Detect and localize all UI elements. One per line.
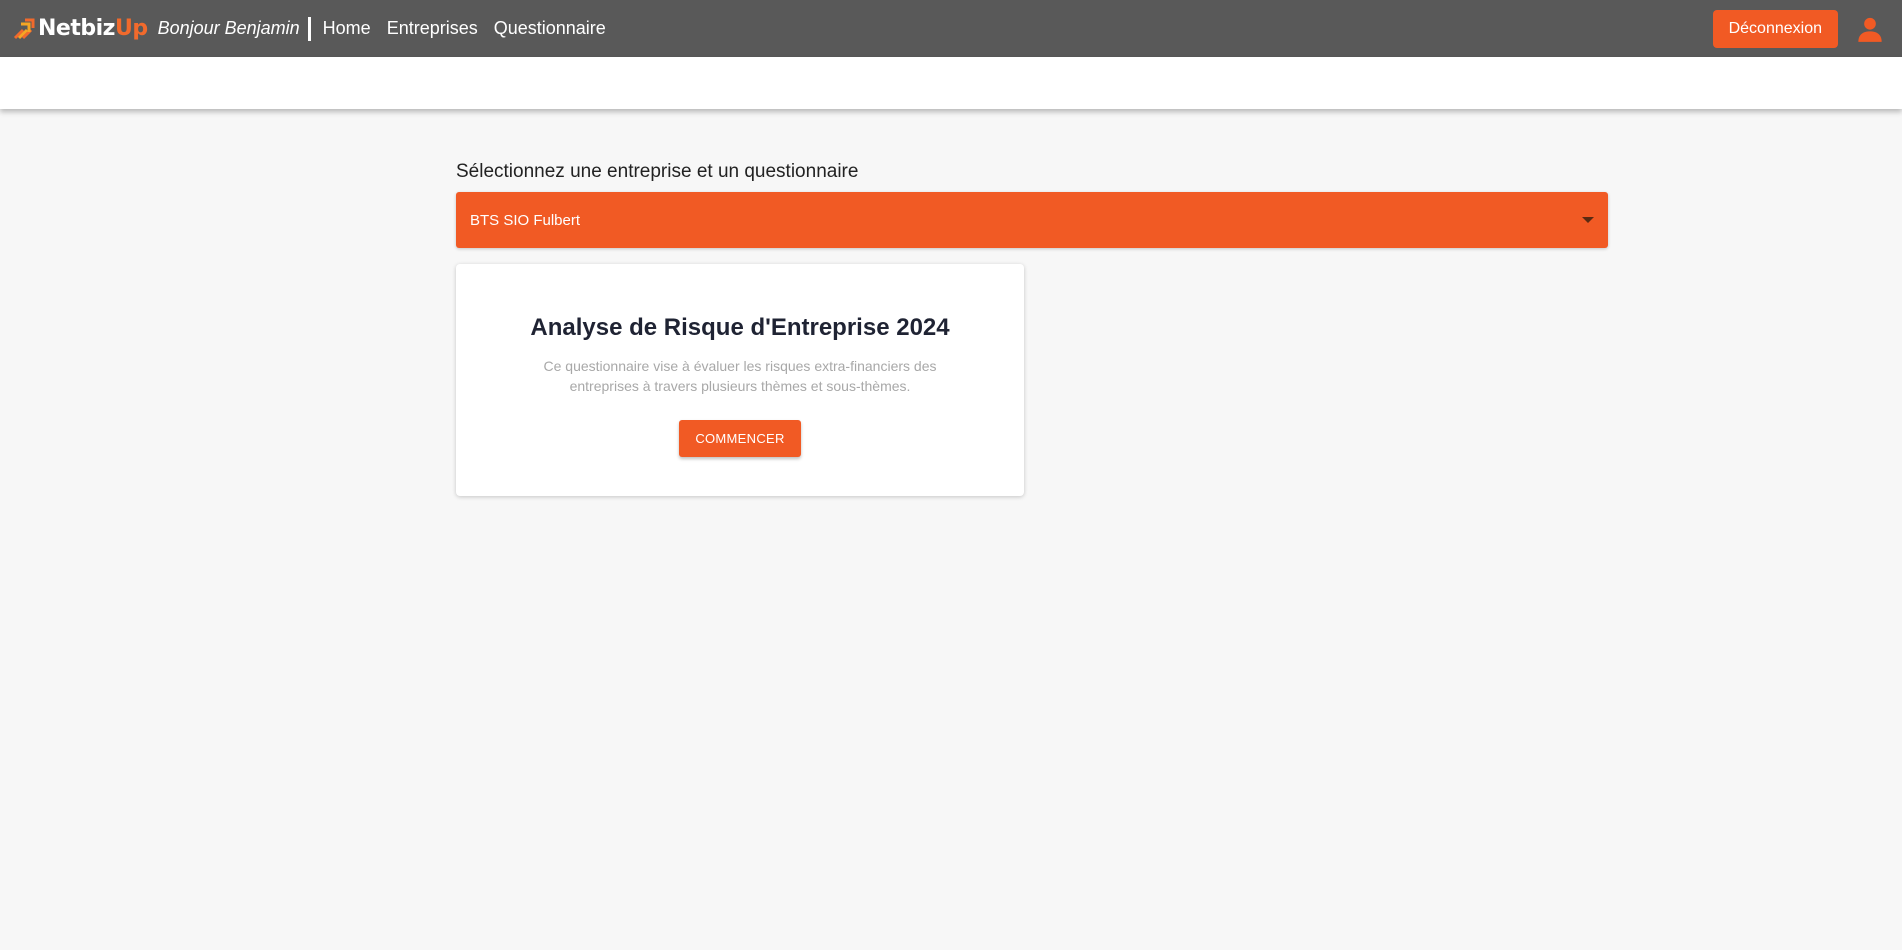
logout-button[interactable]: Déconnexion <box>1712 9 1838 48</box>
chevron-down-icon <box>1582 217 1594 223</box>
card-title: Analyse de Risque d'Entreprise 2024 <box>530 314 950 341</box>
main-content: Sélectionnez une entreprise et un questi… <box>456 160 1608 496</box>
nav-questionnaire[interactable]: Questionnaire <box>494 18 606 39</box>
nav-entreprises[interactable]: Entreprises <box>387 18 478 39</box>
brand-name-accent: Up <box>114 16 148 41</box>
start-button[interactable]: COMMENCER <box>679 420 801 457</box>
card-description: Ce questionnaire vise à évaluer les risq… <box>543 358 937 394</box>
nav-home[interactable]: Home <box>323 18 371 39</box>
brand-name-main: Netbiz <box>38 16 115 41</box>
company-select-value: BTS SIO Fulbert <box>470 211 581 229</box>
questionnaire-card: Analyse de Risque d'Entreprise 2024 Ce q… <box>456 264 1024 496</box>
header-divider <box>307 16 311 41</box>
user-icon[interactable] <box>1856 15 1884 43</box>
select-label: Sélectionnez une entreprise et un questi… <box>456 161 859 182</box>
greeting-text: Bonjour Benjamin <box>157 18 300 38</box>
brand-logo[interactable]: NetbizUp <box>13 0 148 57</box>
logo-arrows-icon <box>13 18 35 39</box>
brand-name: NetbizUp <box>38 16 148 41</box>
company-select[interactable]: BTS SIO Fulbert <box>456 192 1608 248</box>
top-navbar: NetbizUp Bonjour Benjamin Home Entrepris… <box>0 0 1902 57</box>
sub-header-bar <box>0 57 1902 109</box>
